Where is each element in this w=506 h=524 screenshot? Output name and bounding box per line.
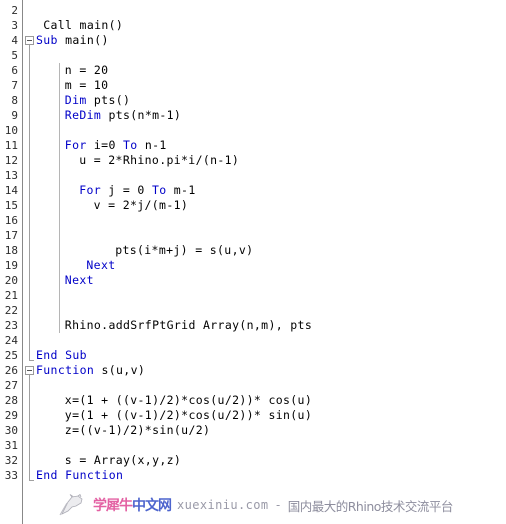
code-line[interactable]: s = Array(x,y,z) (65, 453, 181, 468)
code-keyword: For (64, 138, 87, 152)
code-keyword: Function (36, 363, 95, 377)
code-line[interactable]: Sub main() (36, 33, 109, 48)
code-keyword: Next (64, 273, 94, 287)
code-line[interactable]: Next (65, 273, 94, 288)
code-text: x=(1 + ((v-1)/2)*cos(u/2))* cos(u) (64, 393, 313, 407)
code-text: main() (57, 33, 109, 47)
code-text: s = Array(x,y,z) (64, 453, 182, 467)
code-text: n = 20 (64, 63, 109, 77)
code-keyword: Dim (64, 93, 87, 107)
code-line[interactable]: Function s(u,v) (36, 363, 145, 378)
code-line[interactable]: x=(1 + ((v-1)/2)*cos(u/2))* cos(u) (65, 393, 312, 408)
code-line[interactable]: Dim pts() (65, 93, 130, 108)
code-text-area[interactable]: Call main() Sub main() n = 20 m = 10 Dim pts… (0, 0, 506, 524)
code-keyword: To (123, 138, 138, 152)
code-editor[interactable]: 2 3 4 5 6 7 8 9 10 11 12 13 14 15 16 17 18 19 20 21 22 23 24 25… (0, 0, 506, 524)
code-line[interactable]: For i=0 To n-1 (65, 138, 167, 153)
code-text: pts(n*m-1) (101, 108, 182, 122)
code-text: pts() (86, 93, 131, 107)
code-text: m = 10 (64, 78, 109, 92)
code-line[interactable]: z=((v-1)/2)*sin(u/2) (65, 423, 210, 438)
code-line[interactable]: Next (86, 258, 115, 273)
code-text: pts(i*m+j) = s(u,v) (115, 243, 254, 257)
code-line[interactable]: y=(1 + ((v-1)/2)*cos(u/2))* sin(u) (65, 408, 312, 423)
code-keyword: To (151, 183, 167, 197)
code-line[interactable]: Call main() (43, 18, 123, 33)
code-line[interactable]: u = 2*Rhino.pi*i/(n-1) (79, 153, 239, 168)
code-text: n-1 (137, 138, 167, 152)
code-line[interactable]: End Sub (36, 348, 87, 363)
code-line[interactable]: m = 10 (65, 78, 109, 93)
indent-guide (58, 63, 60, 333)
code-text: Rhino.addSrfPtGrid Array(n,m), pts (64, 318, 313, 332)
code-text: y=(1 + ((v-1)/2)*cos(u/2))* sin(u) (64, 408, 313, 422)
code-keyword: End Function (36, 468, 124, 482)
code-text: Call main() (43, 18, 124, 32)
code-text: j = 0 (101, 183, 152, 197)
code-line[interactable]: Rhino.addSrfPtGrid Array(n,m), pts (65, 318, 312, 333)
code-text: u = 2*Rhino.pi*i/(n-1) (79, 153, 240, 167)
code-line[interactable]: For j = 0 To m-1 (79, 183, 195, 198)
code-text: z=((v-1)/2)*sin(u/2) (64, 423, 211, 437)
code-line[interactable]: n = 20 (65, 63, 109, 78)
code-line[interactable]: End Function (36, 468, 123, 483)
code-text: m-1 (166, 183, 196, 197)
code-line[interactable]: v = 2*j/(m-1) (94, 198, 189, 213)
code-keyword: ReDim (64, 108, 102, 122)
code-text: s(u,v) (94, 363, 146, 377)
code-keyword: Next (86, 258, 116, 272)
code-keyword: Sub (36, 33, 58, 47)
code-line[interactable]: ReDim pts(n*m-1) (65, 108, 181, 123)
code-line[interactable]: pts(i*m+j) = s(u,v) (115, 243, 253, 258)
code-text: i=0 (86, 138, 123, 152)
code-text: v = 2*j/(m-1) (93, 198, 189, 212)
code-keyword: For (79, 183, 102, 197)
code-keyword: End Sub (36, 348, 87, 362)
